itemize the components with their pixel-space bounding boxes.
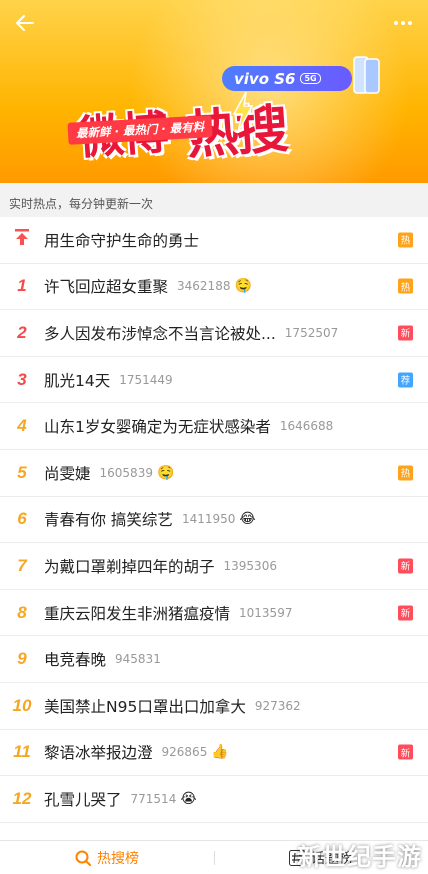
status-badge: 新	[398, 744, 413, 760]
rank-number: 4	[17, 416, 27, 436]
topic-title: 用生命守护生命的勇士	[44, 231, 200, 250]
status-badge: 新	[398, 325, 413, 341]
status-badge: 新	[398, 558, 413, 574]
topic-title: 山东1岁女婴确定为无症状感染者	[44, 418, 271, 437]
topic-title: 尚雯婕	[44, 464, 91, 483]
topic-title: 黎语冰举报边澄	[44, 744, 153, 763]
search-count: 771514	[130, 791, 177, 806]
topic-title: 许飞回应超女重聚	[44, 278, 169, 297]
more-options-button[interactable]	[388, 8, 418, 38]
rank-number: 9	[17, 649, 27, 669]
emoji-icon: 🤤	[234, 278, 252, 295]
list-item[interactable]: 用生命守护生命的勇士 热	[0, 217, 428, 264]
rank-number: 7	[17, 555, 27, 575]
status-badge: 热	[398, 278, 413, 294]
emoji-icon: 👍	[211, 744, 229, 761]
rank-number: 8	[17, 602, 27, 622]
emoji-icon: 🤤	[156, 464, 175, 481]
status-badge: 荐	[398, 372, 413, 388]
emoji-icon: 😂	[239, 511, 256, 528]
topic-title: 肌光14天	[44, 371, 111, 390]
search-count: 945831	[115, 652, 161, 667]
list-item[interactable]: 10 美国禁止N95口罩出口加拿大 927362	[0, 683, 428, 730]
hot-search-banner: 微博 热搜 最新鲜 · 最热门 · 最有料 vivo S6 5G	[0, 0, 428, 183]
list-item[interactable]: 3 肌光14天 1751449 荐	[0, 357, 428, 404]
list-item[interactable]: 12 孔雪儿哭了 771514 😭	[0, 776, 428, 823]
list-item[interactable]: 9 电竞春晚 945831	[0, 636, 428, 683]
search-count: 1752507	[284, 325, 339, 340]
sponsor-brand-tag: 5G	[300, 73, 321, 84]
topic-title: 美国禁止N95口罩出口加拿大	[44, 697, 246, 716]
emoji-icon: 😭	[180, 790, 197, 807]
search-count: 927362	[254, 698, 301, 713]
topic-title: 重庆云阳发生非洲猪瘟疫情	[44, 604, 231, 623]
rank-number: 10	[12, 695, 32, 715]
phone-image	[353, 56, 380, 94]
topic-title: 电竞春晚	[44, 651, 107, 670]
rank-number: 11	[13, 742, 31, 762]
search-count: 3462188	[177, 279, 231, 294]
list-item[interactable]: 8 重庆云阳发生非洲猪瘟疫情 1013597 新	[0, 590, 428, 637]
rank-number: 5	[17, 462, 27, 482]
list-item[interactable]: 11 黎语冰举报边澄 926865 👍 新	[0, 730, 428, 777]
search-count: 1605839	[99, 465, 153, 480]
list-item[interactable]: 2 多人因发布涉悼念不当言论被处... 1752507 新	[0, 310, 428, 357]
watermark: 新世纪手游	[297, 843, 422, 871]
search-count: 1411950	[181, 512, 236, 527]
back-button[interactable]	[10, 8, 40, 38]
topic-title: 青春有你 搞笑综艺	[44, 511, 173, 530]
lightning-icon	[232, 92, 254, 132]
list-item[interactable]: 6 青春有你 搞笑综艺 1411950 😂	[0, 497, 428, 544]
rank-number: 1	[17, 276, 27, 296]
hot-search-list: 用生命守护生命的勇士热 1 许飞回应超女重聚 3462188 🤤 热 2 多人因发布涉悼念不当…	[0, 217, 428, 823]
search-count: 1395306	[223, 558, 277, 573]
sponsor-brand-name: vivo S6	[234, 69, 296, 88]
list-item[interactable]: 1 许飞回应超女重聚 3462188 🤤 热	[0, 264, 428, 311]
status-badge: 热	[398, 465, 413, 481]
rank-number: 12	[12, 788, 32, 808]
list-item[interactable]: 7 为戴口罩剃掉四年的胡子 1395306 新	[0, 543, 428, 590]
rank-number: 6	[17, 509, 27, 529]
tab-hot-search[interactable]: 热搜榜	[0, 841, 214, 874]
rank-number: 2	[17, 322, 27, 342]
list-item[interactable]: 5 尚雯婕 1605839 🤤 热	[0, 450, 428, 497]
realtime-subheader: 实时热点，每分钟更新一次	[0, 183, 428, 217]
search-count: 1751449	[119, 372, 173, 387]
back-arrow-icon	[16, 15, 34, 31]
search-count: 1646688	[279, 419, 334, 434]
rank-number: 3	[17, 369, 27, 389]
status-badge: 热	[398, 232, 413, 248]
more-dots-icon	[394, 21, 412, 25]
topic-title: 多人因发布涉悼念不当言论被处...	[44, 324, 276, 343]
topic-title: 孔雪儿哭了	[44, 790, 122, 809]
search-hot-icon	[75, 850, 91, 866]
sponsor-brand-pill[interactable]: vivo S6 5G	[222, 66, 352, 91]
tab-hot-search-label: 热搜榜	[97, 850, 139, 867]
pin-top-icon	[0, 228, 44, 251]
list-item[interactable]: 4 山东1岁女婴确定为无症状感染者 1646688	[0, 403, 428, 450]
search-count: 1013597	[239, 605, 293, 620]
status-badge: 新	[398, 605, 413, 621]
search-count: 926865	[161, 745, 208, 760]
topic-title: 为戴口罩剃掉四年的胡子	[44, 557, 215, 576]
